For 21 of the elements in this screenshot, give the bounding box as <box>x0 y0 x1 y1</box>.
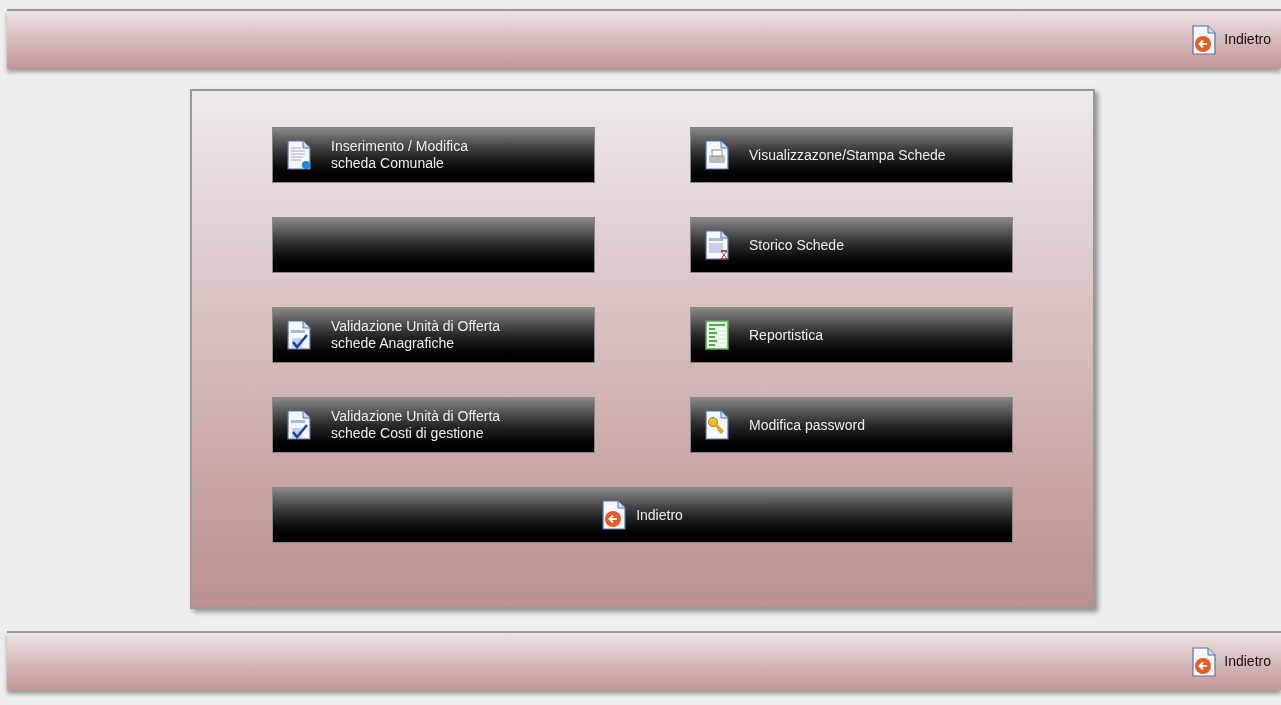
checkmark-icon <box>287 320 311 350</box>
back-link[interactable]: Indietro <box>1192 646 1271 677</box>
menu-button[interactable]: Inserimento / Modifica scheda Comunale <box>272 127 595 183</box>
back-icon <box>602 500 627 530</box>
menu-button[interactable]: Validazione Unità di Offerta schede Costi di gestione <box>272 397 595 453</box>
back-icon <box>1192 24 1217 55</box>
printer-icon <box>705 140 729 170</box>
menu-button[interactable]: Modifica password <box>690 397 1013 453</box>
menu-button[interactable]: Reportistica <box>690 307 1013 363</box>
back-link[interactable]: Indietro <box>1192 24 1271 55</box>
blank-button[interactable] <box>272 217 595 273</box>
back-icon <box>1192 646 1217 677</box>
menu-button[interactable]: Storico Schede <box>690 217 1013 273</box>
key-icon <box>705 410 729 440</box>
menu-button[interactable]: Visualizzazone/Stampa Schede <box>690 127 1013 183</box>
checkmark-icon <box>287 410 311 440</box>
menu-button[interactable]: Validazione Unità di Offerta schede Anagrafiche <box>272 307 595 363</box>
hourglass-icon <box>705 230 729 260</box>
report-icon <box>705 320 729 350</box>
back-button[interactable]: Indietro <box>272 487 1013 543</box>
document-icon <box>287 140 311 170</box>
